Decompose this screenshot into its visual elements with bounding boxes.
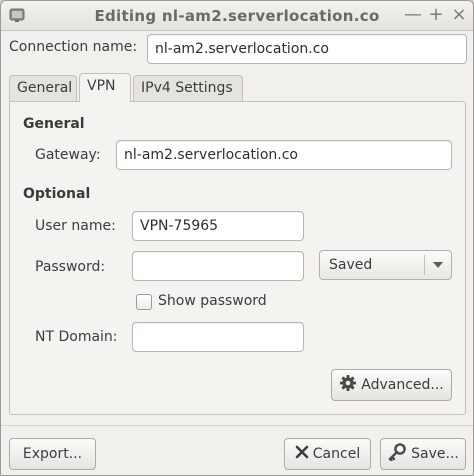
cancel-button[interactable]: Cancel <box>284 438 371 470</box>
cancel-x-icon <box>295 445 309 459</box>
minimize-button[interactable]: — <box>403 4 423 26</box>
vpn-panel: General Gateway: nl-am2.serverlocation.c… <box>9 101 466 415</box>
gear-icon <box>340 375 357 391</box>
export-button-label: Export... <box>22 446 83 462</box>
connection-name-label: Connection name: <box>9 39 138 55</box>
optional-heading: Optional <box>23 186 91 202</box>
footer-divider <box>1 425 473 426</box>
key-icon <box>388 443 406 461</box>
show-password-checkbox[interactable] <box>136 294 152 310</box>
title-bar[interactable]: Editing nl-am2.serverlocation.co — + × <box>1 1 473 31</box>
password-label: Password: <box>35 259 106 275</box>
tab-vpn[interactable]: VPN <box>79 73 131 102</box>
combo-separator <box>424 255 425 275</box>
chevron-down-icon <box>433 262 443 268</box>
nt-domain-label: NT Domain: <box>35 329 118 345</box>
advanced-button-label: Advanced... <box>361 377 444 393</box>
username-label: User name: <box>35 218 116 234</box>
tab-ipv4-settings[interactable]: IPv4 Settings <box>133 75 243 102</box>
username-input[interactable]: VPN-75965 <box>132 211 304 241</box>
advanced-button[interactable]: Advanced... <box>331 369 452 401</box>
general-heading: General <box>23 116 85 132</box>
cancel-button-label: Cancel <box>312 446 361 462</box>
password-storage-value: Saved <box>329 257 373 273</box>
save-button[interactable]: Save... <box>380 438 466 470</box>
password-storage-select[interactable]: Saved <box>319 250 452 280</box>
gateway-label: Gateway: <box>35 147 101 163</box>
save-button-label: Save... <box>411 446 459 462</box>
editor-window: Editing nl-am2.serverlocation.co — + × C… <box>0 0 474 476</box>
show-password-label[interactable]: Show password <box>158 293 267 309</box>
maximize-button[interactable]: + <box>426 4 446 26</box>
nt-domain-input[interactable] <box>132 322 304 352</box>
connection-name-input[interactable]: nl-am2.serverlocation.co <box>147 34 467 64</box>
export-button[interactable]: Export... <box>9 438 96 470</box>
close-button[interactable]: × <box>449 4 469 26</box>
gateway-input[interactable]: nl-am2.serverlocation.co <box>116 140 452 170</box>
tab-general[interactable]: General <box>9 75 77 102</box>
password-input[interactable] <box>132 251 304 281</box>
